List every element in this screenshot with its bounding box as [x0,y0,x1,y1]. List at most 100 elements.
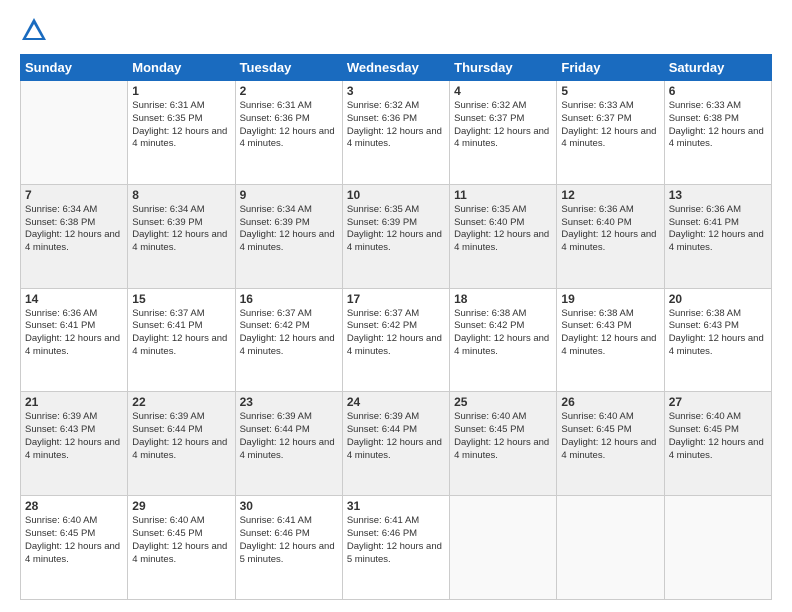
day-info: Sunrise: 6:36 AMSunset: 6:41 PMDaylight:… [669,204,767,255]
calendar-cell: 29Sunrise: 6:40 AMSunset: 6:45 PMDayligh… [128,496,235,600]
calendar-cell: 1Sunrise: 6:31 AMSunset: 6:35 PMDaylight… [128,81,235,185]
calendar-cell: 28 Sunrise: 6:40 AMSunset: 6:45 PMDayligh… [21,496,128,600]
calendar-cell: 11 Sunrise: 6:35 AMSunset: 6:40 PMDayligh… [450,184,557,288]
calendar-cell: 13Sunrise: 6:36 AMSunset: 6:41 PMDayligh… [664,184,771,288]
day-number: 30 [240,499,338,513]
week-row-2: 14 Sunrise: 6:36 AMSunset: 6:41 PMDayligh… [21,288,772,392]
day-info: Sunrise: 6:40 AMSunset: 6:45 PMDaylight:… [25,515,123,566]
day-info: Sunrise: 6:37 AMSunset: 6:41 PMDaylight:… [132,308,230,359]
day-info: Sunrise: 6:35 AMSunset: 6:40 PMDaylight:… [454,204,552,255]
calendar-cell: 25 Sunrise: 6:40 AMSunset: 6:45 PMDayligh… [450,392,557,496]
day-number: 20 [669,292,767,306]
day-info: Sunrise: 6:34 AMSunset: 6:39 PMDaylight:… [132,204,230,255]
week-row-1: 7Sunrise: 6:34 AMSunset: 6:38 PMDaylight… [21,184,772,288]
week-row-0: 1Sunrise: 6:31 AMSunset: 6:35 PMDaylight… [21,81,772,185]
day-number: 17 [347,292,445,306]
day-info: Sunrise: 6:35 AMSunset: 6:39 PMDaylight:… [347,204,445,255]
day-info: Sunrise: 6:33 AMSunset: 6:37 PMDaylight:… [561,100,659,151]
day-number: 19 [561,292,659,306]
day-info: Sunrise: 6:38 AMSunset: 6:43 PMDaylight:… [669,308,767,359]
day-info: Sunrise: 6:37 AMSunset: 6:42 PMDaylight:… [347,308,445,359]
header-row: SundayMondayTuesdayWednesdayThursdayFrid… [21,55,772,81]
calendar-table: SundayMondayTuesdayWednesdayThursdayFrid… [20,54,772,600]
day-info: Sunrise: 6:33 AMSunset: 6:38 PMDaylight:… [669,100,767,151]
calendar-cell: 4 Sunrise: 6:32 AMSunset: 6:37 PMDaylight… [450,81,557,185]
day-number: 3 [347,84,445,98]
calendar-cell [21,81,128,185]
day-number: 31 [347,499,445,513]
calendar-cell: 6 Sunrise: 6:33 AMSunset: 6:38 PMDaylight… [664,81,771,185]
day-info: Sunrise: 6:31 AMSunset: 6:36 PMDaylight:… [240,100,338,151]
day-info: Sunrise: 6:40 AMSunset: 6:45 PMDaylight:… [561,411,659,462]
calendar-cell: 31 Sunrise: 6:41 AMSunset: 6:46 PMDayligh… [342,496,449,600]
calendar-cell: 23 Sunrise: 6:39 AMSunset: 6:44 PMDayligh… [235,392,342,496]
day-number: 27 [669,395,767,409]
day-number: 9 [240,188,338,202]
calendar-cell: 30 Sunrise: 6:41 AMSunset: 6:46 PMDayligh… [235,496,342,600]
weekday-header-friday: Friday [557,55,664,81]
day-number: 5 [561,84,659,98]
day-info: Sunrise: 6:41 AMSunset: 6:46 PMDaylight:… [240,515,338,566]
calendar-cell: 18 Sunrise: 6:38 AMSunset: 6:42 PMDayligh… [450,288,557,392]
calendar-cell: 27 Sunrise: 6:40 AMSunset: 6:45 PMDayligh… [664,392,771,496]
calendar-cell: 17 Sunrise: 6:37 AMSunset: 6:42 PMDayligh… [342,288,449,392]
day-number: 18 [454,292,552,306]
day-info: Sunrise: 6:36 AMSunset: 6:41 PMDaylight:… [25,308,123,359]
day-info: Sunrise: 6:34 AMSunset: 6:38 PMDaylight:… [25,204,123,255]
day-number: 28 [25,499,123,513]
day-info: Sunrise: 6:40 AMSunset: 6:45 PMDaylight:… [132,515,230,566]
day-info: Sunrise: 6:39 AMSunset: 6:44 PMDaylight:… [132,411,230,462]
calendar-cell: 20 Sunrise: 6:38 AMSunset: 6:43 PMDayligh… [664,288,771,392]
day-info: Sunrise: 6:39 AMSunset: 6:44 PMDaylight:… [240,411,338,462]
header [20,16,772,44]
week-row-4: 28 Sunrise: 6:40 AMSunset: 6:45 PMDayligh… [21,496,772,600]
weekday-header-tuesday: Tuesday [235,55,342,81]
weekday-header-wednesday: Wednesday [342,55,449,81]
day-info: Sunrise: 6:41 AMSunset: 6:46 PMDaylight:… [347,515,445,566]
day-info: Sunrise: 6:38 AMSunset: 6:42 PMDaylight:… [454,308,552,359]
calendar-cell: 22 Sunrise: 6:39 AMSunset: 6:44 PMDayligh… [128,392,235,496]
day-info: Sunrise: 6:39 AMSunset: 6:43 PMDaylight:… [25,411,123,462]
day-info: Sunrise: 6:40 AMSunset: 6:45 PMDaylight:… [669,411,767,462]
day-info: Sunrise: 6:36 AMSunset: 6:40 PMDaylight:… [561,204,659,255]
logo-icon [20,16,48,44]
day-number: 14 [25,292,123,306]
page: SundayMondayTuesdayWednesdayThursdayFrid… [0,0,792,612]
calendar-cell [664,496,771,600]
day-number: 16 [240,292,338,306]
calendar-cell: 15 Sunrise: 6:37 AMSunset: 6:41 PMDayligh… [128,288,235,392]
day-number: 11 [454,188,552,202]
calendar-cell: 9 Sunrise: 6:34 AMSunset: 6:39 PMDaylight… [235,184,342,288]
calendar-cell [450,496,557,600]
day-info: Sunrise: 6:40 AMSunset: 6:45 PMDaylight:… [454,411,552,462]
day-number: 15 [132,292,230,306]
calendar-cell: 24Sunrise: 6:39 AMSunset: 6:44 PMDayligh… [342,392,449,496]
day-info: Sunrise: 6:37 AMSunset: 6:42 PMDaylight:… [240,308,338,359]
day-info: Sunrise: 6:32 AMSunset: 6:36 PMDaylight:… [347,100,445,151]
day-number: 4 [454,84,552,98]
calendar-cell: 26 Sunrise: 6:40 AMSunset: 6:45 PMDayligh… [557,392,664,496]
day-number: 22 [132,395,230,409]
calendar-cell: 12 Sunrise: 6:36 AMSunset: 6:40 PMDayligh… [557,184,664,288]
day-info: Sunrise: 6:34 AMSunset: 6:39 PMDaylight:… [240,204,338,255]
day-info: Sunrise: 6:32 AMSunset: 6:37 PMDaylight:… [454,100,552,151]
day-info: Sunrise: 6:39 AMSunset: 6:44 PMDaylight:… [347,411,445,462]
day-number: 6 [669,84,767,98]
weekday-header-monday: Monday [128,55,235,81]
weekday-header-sunday: Sunday [21,55,128,81]
day-number: 10 [347,188,445,202]
day-number: 25 [454,395,552,409]
day-number: 23 [240,395,338,409]
day-number: 8 [132,188,230,202]
logo [20,16,52,44]
calendar-cell: 21Sunrise: 6:39 AMSunset: 6:43 PMDayligh… [21,392,128,496]
calendar-cell: 14 Sunrise: 6:36 AMSunset: 6:41 PMDayligh… [21,288,128,392]
day-number: 12 [561,188,659,202]
day-info: Sunrise: 6:31 AMSunset: 6:35 PMDaylight:… [132,100,230,151]
day-number: 26 [561,395,659,409]
calendar-cell: 10 Sunrise: 6:35 AMSunset: 6:39 PMDayligh… [342,184,449,288]
day-number: 2 [240,84,338,98]
weekday-header-saturday: Saturday [664,55,771,81]
weekday-header-thursday: Thursday [450,55,557,81]
calendar-cell: 3 Sunrise: 6:32 AMSunset: 6:36 PMDaylight… [342,81,449,185]
